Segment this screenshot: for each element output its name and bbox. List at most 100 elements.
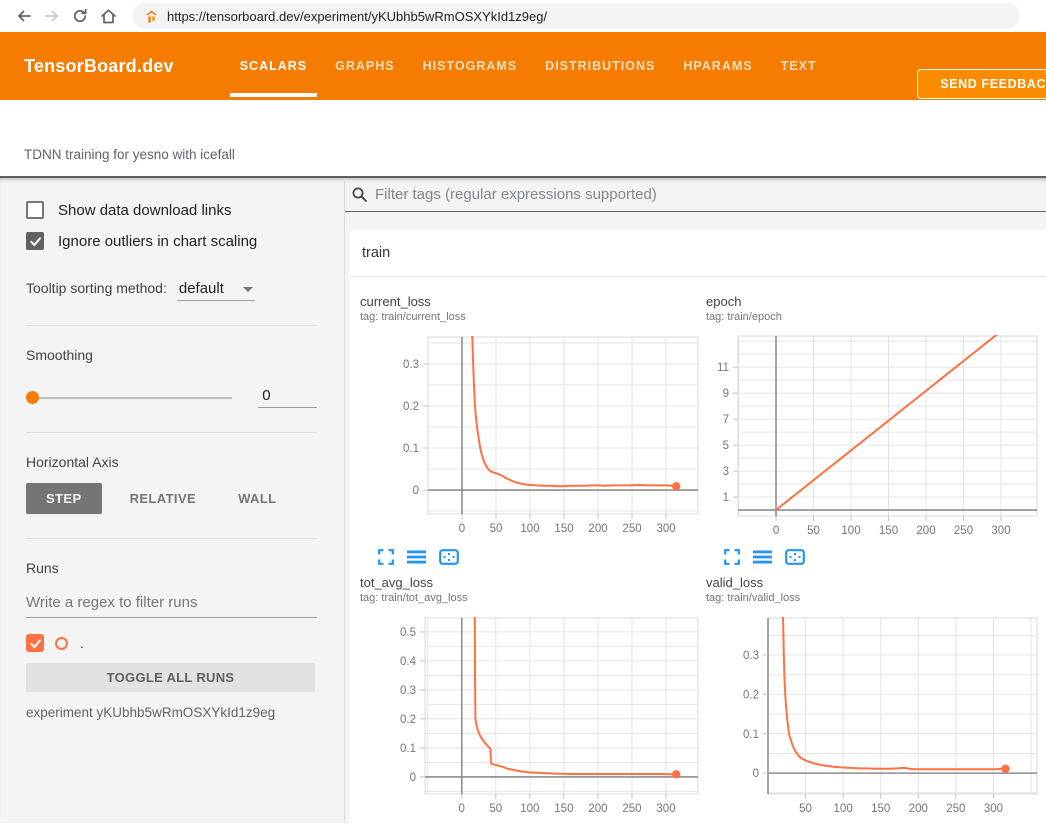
chart-title: valid_loss [706,575,1046,591]
line-chart-plot[interactable]: 05010015020025030000.10.20.30.40.5 [360,611,706,821]
app-header: TensorBoard.dev SCALARSGRAPHSHISTOGRAMSD… [0,32,1046,100]
svg-text:250: 250 [622,803,641,815]
home-icon[interactable] [94,2,122,30]
svg-text:0.1: 0.1 [743,729,759,741]
chart-valid-loss: valid_loss tag: train/valid_loss 5010015… [706,575,1046,823]
line-chart-plot[interactable]: 0501001502002503001357911 [706,330,1046,540]
svg-text:150: 150 [554,523,573,535]
chart-tot-avg-loss: tot_avg_loss tag: train/tot_avg_loss 050… [360,575,706,823]
toggle-all-runs-button[interactable]: TOGGLE ALL RUNS [26,663,315,692]
chart-title: tot_avg_loss [360,575,706,591]
chart-current-loss: current_loss tag: train/current_loss 050… [360,294,706,565]
runs-label: Runs [26,560,317,576]
svg-text:200: 200 [909,803,928,815]
svg-text:250: 250 [946,803,965,815]
svg-text:0: 0 [753,768,759,780]
svg-text:3: 3 [723,466,729,478]
smoothing-label: Smoothing [26,347,317,363]
checkbox-unchecked-icon[interactable] [26,201,44,219]
nav-tabs: SCALARSGRAPHSHISTOGRAMSDISTRIBUTIONSHPAR… [226,32,831,100]
svg-text:0.4: 0.4 [400,656,417,668]
axis-relative-button[interactable]: RELATIVE [116,483,211,514]
tab-histograms[interactable]: HISTOGRAMS [409,32,532,100]
svg-text:150: 150 [879,525,898,537]
checkbox-checked-icon[interactable] [26,232,44,250]
chevron-down-icon [243,287,253,292]
svg-text:0.1: 0.1 [403,443,419,455]
line-chart-plot[interactable]: 05010015020025030000.10.20.3 [360,330,706,540]
svg-text:250: 250 [622,523,641,535]
expand-chart-icon[interactable] [724,549,740,565]
tag-filter-bar[interactable]: Filter tags (regular expressions support… [345,178,1046,212]
svg-text:300: 300 [984,803,1003,815]
svg-text:0: 0 [773,525,779,537]
browser-toolbar: https://tensorboard.dev/experiment/yKUbh… [0,0,1046,32]
run-item[interactable]: . [26,634,317,652]
reload-icon[interactable] [66,2,94,30]
svg-text:0.2: 0.2 [400,714,416,726]
horizontal-axis-label: Horizontal Axis [26,454,317,470]
tooltip-sorting-label: Tooltip sorting method: [26,280,167,296]
tab-scalars[interactable]: SCALARS [226,32,321,100]
svg-text:0: 0 [459,803,465,815]
show-download-links-checkbox[interactable]: Show data download links [26,201,317,219]
forward-icon[interactable] [38,2,66,30]
tab-text[interactable]: TEXT [767,32,831,100]
svg-text:0: 0 [413,485,419,497]
tab-graphs[interactable]: GRAPHS [321,32,408,100]
axis-wall-button[interactable]: WALL [224,483,290,514]
tooltip-sorting-select[interactable]: default [177,280,255,301]
svg-text:200: 200 [588,523,607,535]
svg-text:100: 100 [841,525,860,537]
runs-filter-input[interactable]: Write a regex to filter runs [26,594,317,618]
slider-thumb[interactable] [26,391,39,404]
run-color-swatch-icon [55,637,68,650]
smoothing-slider[interactable] [26,397,232,399]
svg-text:50: 50 [807,525,820,537]
address-bar[interactable]: https://tensorboard.dev/experiment/yKUbh… [132,3,1020,29]
data-table-icon[interactable] [753,549,772,565]
dashboard-main: Filter tags (regular expressions support… [345,178,1046,823]
line-chart-plot[interactable]: 5010015020025030000.10.20.3 [706,611,1046,821]
experiment-title: TDNN training for yesno with icefall [24,147,235,162]
tab-hparams[interactable]: HPARAMS [669,32,766,100]
svg-text:300: 300 [656,523,675,535]
svg-text:0.5: 0.5 [400,627,416,639]
svg-text:0.2: 0.2 [743,689,759,701]
smoothing-value-input[interactable]: 0 [258,387,317,408]
settings-sidebar: Show data download links Ignore outliers… [0,178,345,823]
back-icon[interactable] [10,2,38,30]
svg-text:0.2: 0.2 [403,401,419,413]
train-section-card: train current_loss tag: train/current_lo… [349,230,1046,823]
svg-text:100: 100 [520,803,539,815]
search-icon [351,186,368,203]
svg-text:5: 5 [723,440,729,452]
experiment-note: experiment yKUbhb5wRmOSXYkId1z9eg [26,705,317,720]
axis-step-button[interactable]: STEP [26,483,102,514]
data-table-icon[interactable] [407,549,426,565]
app-logo[interactable]: TensorBoard.dev [24,56,174,77]
fit-domain-icon[interactable] [785,549,805,565]
svg-text:200: 200 [588,803,607,815]
svg-text:100: 100 [834,803,853,815]
fit-domain-icon[interactable] [439,549,459,565]
section-title: train [362,245,390,261]
chart-title: epoch [706,294,1046,310]
expand-chart-icon[interactable] [378,549,394,565]
tab-distributions[interactable]: DISTRIBUTIONS [531,32,669,100]
experiment-bar: TDNN training for yesno with icefall [0,100,1046,178]
ignore-outliers-checkbox[interactable]: Ignore outliers in chart scaling [26,232,317,250]
run-checkbox-checked-icon[interactable] [26,634,44,652]
svg-text:50: 50 [799,803,812,815]
svg-text:50: 50 [490,523,503,535]
svg-text:150: 150 [554,803,573,815]
tensorboard-favicon-icon [144,9,159,24]
svg-text:100: 100 [520,523,539,535]
svg-text:7: 7 [723,414,729,426]
send-feedback-button[interactable]: SEND FEEDBACK [917,69,1046,99]
svg-text:9: 9 [723,388,729,400]
train-section-header[interactable]: train [349,230,1046,277]
svg-text:0: 0 [459,523,465,535]
chart-tag: tag: train/tot_avg_loss [360,591,706,605]
svg-text:300: 300 [656,803,675,815]
